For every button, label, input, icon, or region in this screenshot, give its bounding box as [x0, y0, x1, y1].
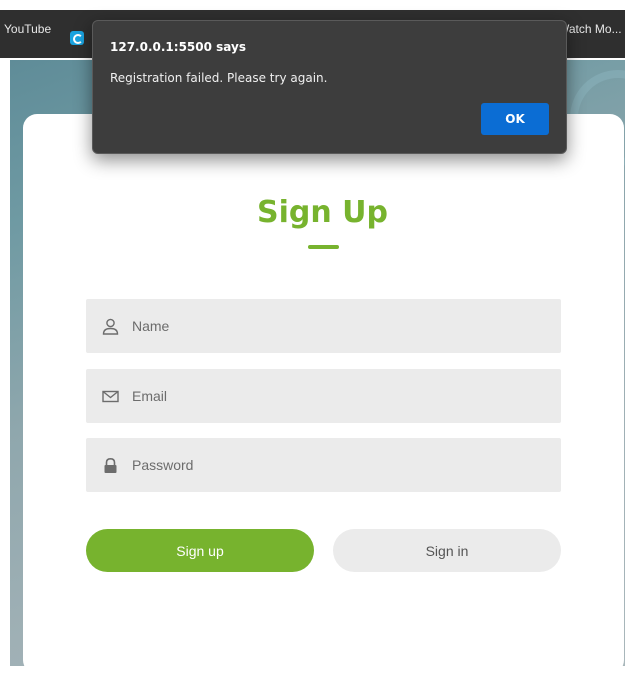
name-input[interactable] — [132, 299, 542, 353]
ok-button[interactable]: OK — [481, 103, 549, 135]
password-field[interactable] — [86, 438, 561, 492]
password-input[interactable] — [132, 438, 542, 492]
lock-icon — [102, 457, 119, 474]
email-field[interactable] — [86, 369, 561, 423]
title-underline — [308, 245, 339, 249]
alert-dialog: 127.0.0.1:5500 says Registration failed.… — [92, 20, 567, 154]
email-input[interactable] — [132, 369, 542, 423]
envelope-icon — [102, 388, 119, 405]
name-field[interactable] — [86, 299, 561, 353]
user-icon — [102, 318, 119, 335]
bookmark-watch[interactable]: Watch Mo... — [558, 22, 622, 36]
alert-message: Registration failed. Please try again. — [110, 71, 328, 85]
page-title: Sign Up — [256, 195, 388, 230]
alert-title: 127.0.0.1:5500 says — [110, 40, 246, 54]
sign-up-button[interactable]: Sign up — [86, 529, 314, 572]
bookmark-favicon-icon[interactable] — [70, 31, 84, 45]
sign-in-button[interactable]: Sign in — [333, 529, 561, 572]
bookmark-youtube[interactable]: YouTube — [4, 22, 51, 36]
